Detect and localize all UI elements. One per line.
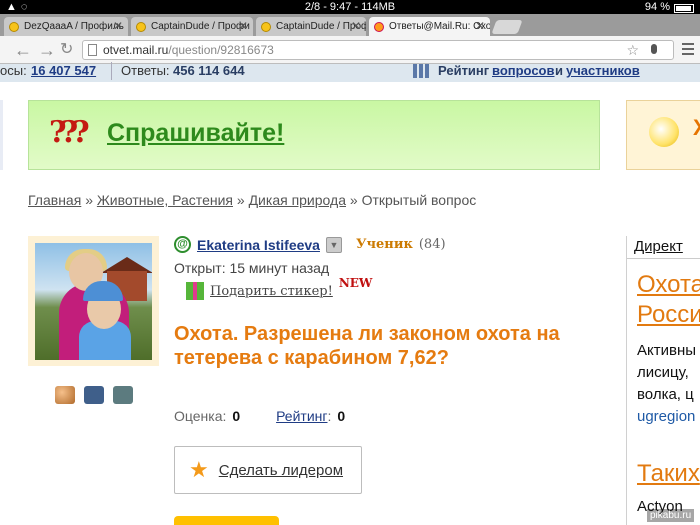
make-leader-button[interactable]: ★ Сделать лидером: [174, 446, 362, 494]
breadcrumb-sep: »: [349, 192, 358, 208]
score-value: 0: [232, 408, 241, 424]
close-tab-icon[interactable]: ✕: [475, 17, 485, 36]
rating-value: 0: [337, 408, 346, 424]
ask-link[interactable]: Спрашивайте!: [107, 119, 284, 148]
profile-actions: [55, 386, 133, 404]
breadcrumb-home[interactable]: Главная: [28, 192, 81, 208]
ad1-title-link[interactable]: Охота Росси: [637, 270, 700, 330]
new-badge: NEW: [338, 276, 373, 290]
rating-and: и: [555, 63, 563, 78]
right-banner[interactable]: Х: [626, 100, 700, 170]
breadcrumb-sep: »: [85, 192, 93, 208]
question-title: Охота. Разрешена ли законом охота на тет…: [174, 323, 560, 369]
questions-label: осы:: [0, 63, 27, 78]
close-tab-icon[interactable]: ✕: [351, 17, 361, 36]
ad1-text-line3: волка, ц: [637, 386, 694, 403]
answers-count: 456 114 644: [173, 63, 245, 78]
rating-participants-link[interactable]: участников: [566, 64, 640, 78]
tab-4-active[interactable]: Ответы@Mail.Ru: Охо ✕: [369, 17, 490, 36]
watermark: pikabu.ru: [647, 509, 695, 522]
ad1-text-line1: Активны: [637, 342, 697, 359]
lightbulb-icon: [649, 117, 679, 147]
status-bar: ▲ ◌ 2/8 - 9:47 - 114MB 94 %: [0, 0, 700, 14]
questions-count-link[interactable]: 16 407 547: [31, 64, 96, 78]
rating-label: Рейтинг: [438, 63, 490, 78]
breadcrumb-subcategory[interactable]: Дикая природа: [249, 192, 346, 208]
left-banner-edge: [0, 100, 3, 170]
photo-camera-icon[interactable]: [84, 386, 104, 404]
divider: [111, 62, 112, 80]
ad1-title-line2: Росси: [637, 301, 700, 328]
battery-label: 94 %: [644, 1, 670, 13]
tab-bar: DezQaaaA / Профиль ✕ CaptainDude / Профи ✕…: [0, 14, 700, 36]
ad1-text-line2: лисицу,: [637, 364, 689, 381]
tab-label: DezQaaaA / Профиль: [24, 21, 124, 32]
tab-1[interactable]: DezQaaaA / Профиль ✕: [4, 17, 128, 36]
score-label: Оценка:: [174, 408, 227, 424]
ad1-url[interactable]: ugregion: [637, 408, 695, 425]
ad1-text: Активны лисицу, волка, ц: [637, 340, 696, 406]
gift-sticker-link[interactable]: Подарить стикер!: [210, 284, 333, 299]
mailru-favicon-icon: [374, 22, 384, 32]
author-name-link[interactable]: Ekaterina Istifeeva: [197, 237, 320, 253]
answers-label: Ответы:: [121, 63, 170, 78]
video-camera-icon[interactable]: [113, 386, 133, 404]
rating-link[interactable]: Рейтинг: [276, 408, 327, 424]
menu-icon[interactable]: [682, 43, 694, 58]
battery-icon: [674, 3, 694, 13]
battery-status: 94 %: [645, 0, 694, 14]
breadcrumb: Главная » Животные, Растения » Дикая при…: [28, 192, 476, 208]
make-leader-label: Сделать лидером: [218, 461, 344, 479]
forward-arrow-icon[interactable]: →: [38, 40, 56, 60]
url-path: /question/92816673: [168, 43, 274, 57]
tab-3[interactable]: CaptainDude / Профи ✕: [256, 17, 366, 36]
breadcrumb-category[interactable]: Животные, Растения: [97, 192, 233, 208]
ask-banner[interactable]: ??? Спрашивайте!: [28, 100, 600, 170]
url-field[interactable]: otvet.mail.ru/question/92816673 ☆: [82, 40, 674, 60]
close-tab-icon[interactable]: ✕: [113, 17, 123, 36]
author-dropdown-icon[interactable]: ▼: [325, 236, 342, 253]
avatar[interactable]: [35, 243, 152, 360]
author-points: (84): [418, 237, 446, 252]
rating-chart-icon: [413, 64, 431, 78]
mail-at-icon: @: [174, 236, 191, 253]
direct-ads-panel: Директ Охота Росси Активны лисицу, волка, ц…: [626, 236, 700, 525]
url-host: otvet.mail.ru: [103, 43, 169, 57]
gift-sticker[interactable]: Подарить стикер! NEW: [186, 276, 372, 300]
tab-label: CaptainDude / Профи: [151, 21, 250, 32]
divider: [627, 258, 700, 259]
author-rank: Ученик: [355, 237, 413, 252]
star-icon: ★: [189, 457, 209, 482]
rating-questions-link[interactable]: вопросов: [492, 64, 555, 78]
page-icon: [88, 44, 97, 56]
author-line: @ Ekaterina Istifeeva ▼ Ученик (84): [174, 236, 446, 253]
gift-icon: [186, 282, 204, 300]
breadcrumb-current: Открытый вопрос: [361, 192, 477, 208]
stats-bar: осы: 16 407 547 Ответы: 456 114 644 Рейт…: [0, 62, 700, 82]
opened-time: Открыт: 15 минут назад: [174, 260, 330, 276]
favicon-icon: [9, 22, 19, 32]
microphone-icon[interactable]: [651, 44, 657, 54]
back-arrow-icon[interactable]: ←: [14, 40, 32, 60]
right-banner-text: Х: [693, 115, 700, 141]
close-tab-icon[interactable]: ✕: [238, 17, 248, 36]
profile-icon[interactable]: [55, 386, 75, 404]
bookmark-star-icon[interactable]: ☆: [626, 41, 639, 59]
ad1-title-line1: Охота: [637, 271, 700, 298]
breadcrumb-sep: »: [236, 192, 245, 208]
yellow-button[interactable]: [174, 516, 279, 525]
favicon-icon: [136, 22, 146, 32]
tab-2[interactable]: CaptainDude / Профи ✕: [131, 17, 253, 36]
ad2-title-link[interactable]: Таких: [637, 460, 700, 488]
reload-icon[interactable]: ↻: [60, 40, 73, 60]
question-rating: Оценка: 0 Рейтинг: 0: [174, 408, 346, 424]
favicon-icon: [261, 22, 271, 32]
question-marks-icon: ???: [49, 115, 90, 150]
direct-header[interactable]: Директ: [634, 238, 683, 255]
new-tab-button[interactable]: [491, 20, 523, 34]
address-bar: ← → ↻ otvet.mail.ru/question/92816673 ☆: [0, 36, 700, 64]
status-time: 2/8 - 9:47 - 114MB: [304, 1, 396, 13]
